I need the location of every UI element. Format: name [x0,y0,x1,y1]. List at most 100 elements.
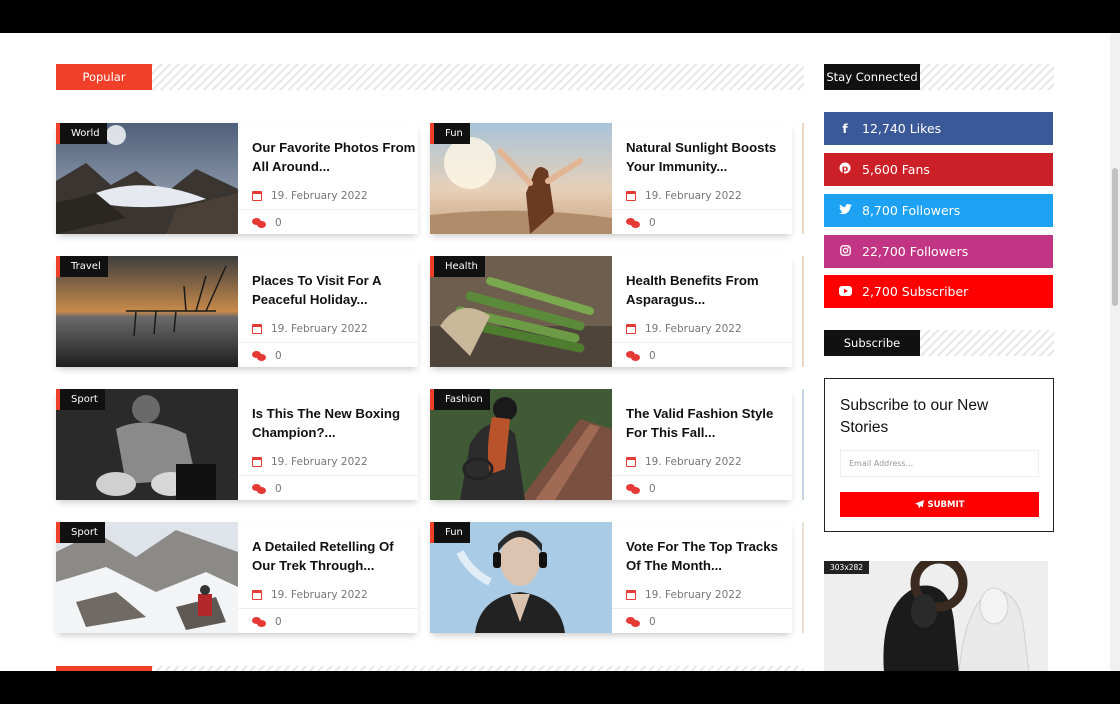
post-comments[interactable]: 0 [626,483,656,495]
category-badge[interactable]: Fun [430,522,470,543]
comments-count: 0 [275,217,282,229]
calendar-icon [626,191,636,201]
post-title[interactable]: Our Favorite Photos From All Around... [252,138,420,176]
page-viewport: Popular World Our Favorite Photos From A… [0,33,1120,671]
post-date: 19. February 2022 [252,323,368,335]
comments-count: 0 [275,350,282,362]
comments-icon [252,617,266,627]
post-card[interactable]: World Our Favorite Photos From All Aroun… [56,123,418,234]
twitter-followers-button[interactable]: 8,700 Followers [824,194,1053,227]
post-date-text: 19. February 2022 [271,589,368,601]
email-input[interactable] [840,450,1039,477]
stay-connected-header: Stay Connected [824,64,1054,90]
scrollbar-track[interactable] [1110,33,1120,671]
top-black-bar [0,0,1120,33]
category-badge[interactable]: World [56,123,107,144]
post-comments[interactable]: 0 [626,217,656,229]
comments-count: 0 [275,616,282,628]
subscribe-label: Subscribe [824,330,920,356]
post-date-text: 19. February 2022 [645,323,742,335]
paper-plane-icon [914,500,924,509]
pinterest-fans-label: 5,600 Fans [862,162,930,177]
post-date-text: 19. February 2022 [645,456,742,468]
comments-count: 0 [649,483,656,495]
calendar-icon [252,191,262,201]
post-date: 19. February 2022 [252,190,368,202]
instagram-icon [836,244,854,259]
comments-icon [252,218,266,228]
post-card[interactable]: Fun Vote For The Top Tracks Of The Month… [430,522,792,633]
post-title[interactable]: Places To Visit For A Peaceful Holiday..… [252,271,420,309]
comments-icon [626,484,640,494]
post-card[interactable]: Health Health Benefits From Asparagus...… [430,256,792,367]
header-stripes [920,64,1054,90]
pinterest-fans-button[interactable]: p 5,600 Fans [824,153,1053,186]
svg-text:p: p [842,165,849,175]
twitter-followers-label: 8,700 Followers [862,203,961,218]
post-comments[interactable]: 0 [252,350,282,362]
post-comments[interactable]: 0 [252,483,282,495]
sidebar-ad[interactable]: 303x282 [824,561,1048,671]
post-card[interactable]: Travel Places To Visit For A Peaceful Ho… [56,256,418,367]
submit-button[interactable]: SUBMIT [840,492,1039,517]
instagram-followers-label: 22,700 Followers [862,244,969,259]
post-date-text: 19. February 2022 [271,323,368,335]
post-date-text: 19. February 2022 [645,190,742,202]
post-card[interactable]: Sport Is This The New Boxing Champion?..… [56,389,418,500]
post-comments[interactable]: 0 [626,616,656,628]
post-date: 19. February 2022 [252,589,368,601]
post-card[interactable]: Fun Natural Sunlight Boosts Your Immunit… [430,123,792,234]
facebook-likes-label: 12,740 Likes [862,121,942,136]
post-date-text: 19. February 2022 [271,456,368,468]
post-comments[interactable]: 0 [626,350,656,362]
popular-label: Popular [56,64,152,90]
comments-count: 0 [275,483,282,495]
next-card-peek [802,123,804,234]
calendar-icon [626,457,636,467]
next-card-peek [802,389,804,500]
post-comments[interactable]: 0 [252,217,282,229]
bottom-black-bar [0,671,1120,704]
post-title[interactable]: A Detailed Retelling Of Our Trek Through… [252,537,420,575]
category-badge[interactable]: Fashion [430,389,490,410]
category-badge[interactable]: Sport [56,522,105,543]
comments-icon [626,351,640,361]
instagram-followers-button[interactable]: 22,700 Followers [824,235,1053,268]
comments-icon [626,218,640,228]
post-title[interactable]: The Valid Fashion Style For This Fall... [626,404,794,442]
twitter-icon [836,203,854,218]
category-badge[interactable]: Sport [56,389,105,410]
calendar-icon [626,590,636,600]
post-date-text: 19. February 2022 [645,589,742,601]
post-date: 19. February 2022 [626,190,742,202]
scrollbar-thumb[interactable] [1112,168,1118,306]
post-title[interactable]: Vote For The Top Tracks Of The Month... [626,537,794,575]
calendar-icon [626,324,636,334]
next-card-peek [802,256,804,367]
youtube-subscriber-button[interactable]: 2,700 Subscriber [824,275,1053,308]
post-comments[interactable]: 0 [252,616,282,628]
post-date-text: 19. February 2022 [271,190,368,202]
ad-image [824,561,1048,671]
category-badge[interactable]: Health [430,256,485,277]
meta-divider [238,608,418,609]
meta-divider [612,608,792,609]
post-title[interactable]: Health Benefits From Asparagus... [626,271,794,309]
post-title[interactable]: Is This The New Boxing Champion?... [252,404,420,442]
calendar-icon [252,590,262,600]
post-card[interactable]: Sport A Detailed Retelling Of Our Trek T… [56,522,418,633]
comments-icon [626,617,640,627]
facebook-likes-button[interactable]: f 12,740 Likes [824,112,1053,145]
subscribe-widget: Subscribe to our New Stories SUBMIT [824,378,1054,532]
pinterest-icon: p [836,162,854,177]
category-badge[interactable]: Travel [56,256,108,277]
post-title[interactable]: Natural Sunlight Boosts Your Immunity... [626,138,794,176]
post-date: 19. February 2022 [626,589,742,601]
comments-icon [252,484,266,494]
post-date: 19. February 2022 [626,456,742,468]
meta-divider [612,209,792,210]
category-badge[interactable]: Fun [430,123,470,144]
post-card[interactable]: Fashion The Valid Fashion Style For This… [430,389,792,500]
comments-count: 0 [649,217,656,229]
header-stripes [152,64,804,90]
